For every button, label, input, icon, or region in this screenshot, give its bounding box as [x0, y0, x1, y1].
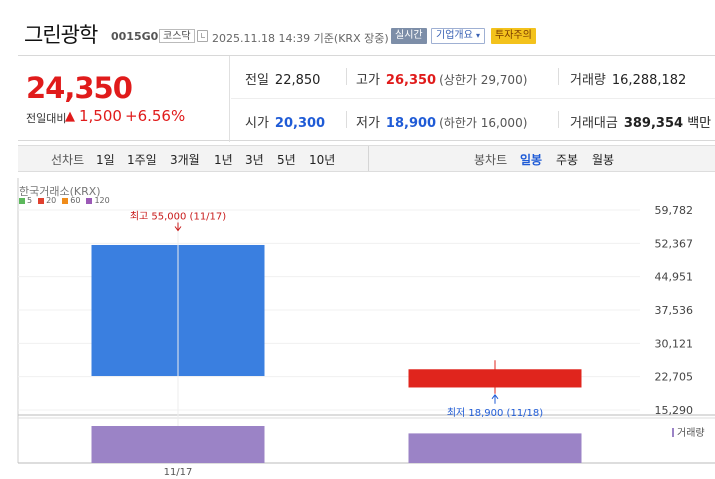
- low-cell: 저가 18,900 (하한가 16,000): [356, 112, 527, 131]
- up-arrow-icon: ▲: [65, 109, 75, 124]
- line-chart-label: 선차트: [51, 153, 85, 167]
- tab-1w[interactable]: 1주일: [127, 151, 157, 168]
- tab-5y[interactable]: 5년: [277, 151, 296, 168]
- stock-name: 그린광학: [24, 23, 98, 47]
- divider: [558, 111, 559, 128]
- tab-divider: [368, 146, 369, 171]
- timestamp: 2025.11.18 14:39 기준(KRX 장중): [212, 32, 389, 45]
- low-label: 저가: [356, 116, 380, 131]
- company-overview-label: 기업개요: [436, 30, 473, 41]
- tab-1d[interactable]: 1일: [96, 151, 115, 168]
- change-percent: +6.56%: [125, 107, 186, 125]
- volume-bar: [91, 426, 265, 463]
- divider: [346, 68, 347, 85]
- divider: [346, 111, 347, 128]
- tab-daily[interactable]: 일봉: [520, 151, 542, 168]
- volume-legend-label: 거래량: [677, 427, 705, 439]
- volume-cell: 거래량 16,288,182: [570, 69, 686, 88]
- y-tick-label: 59,782: [655, 204, 694, 217]
- high-value: 26,350: [385, 73, 437, 88]
- stock-header: 그린광학 0015G0 코스닥 2025.11.18 14:39 기준(KRX …: [0, 0, 715, 52]
- chart-canvas[interactable]: 59,782 52,367 44,951 37,536 30,121 22,705 15,2…: [0, 178, 715, 479]
- amount-unit: 백만: [687, 116, 712, 131]
- low-value: 18,900: [385, 116, 437, 131]
- open-value: 20,300: [274, 116, 326, 131]
- y-tick-label: 30,121: [655, 337, 694, 350]
- current-price-box: 24,350 전일대비 ▲ 1,500 +6.56%: [18, 56, 230, 142]
- change-value: 1,500: [79, 107, 122, 125]
- open-cell: 시가 20,300: [245, 112, 325, 131]
- volume-legend-swatch: [672, 428, 674, 437]
- tab-3m[interactable]: 3개월: [170, 151, 200, 168]
- y-tick-label: 22,705: [655, 371, 694, 384]
- amount-cell: 거래대금 389,354 백만: [570, 112, 711, 131]
- y-tick-label: 37,536: [655, 304, 694, 317]
- chart-tab-bar: 선차트 1일 1주일 3개월 1년 3년 5년 10년 봉차트 일봉 주봉 월봉: [18, 145, 715, 172]
- y-tick-label: 15,290: [655, 404, 694, 417]
- volume-value: 16,288,182: [611, 73, 687, 88]
- amount-label: 거래대금: [570, 116, 618, 131]
- low-annotation: 최저 18,900 (11/18): [447, 407, 543, 419]
- divider: [558, 68, 559, 85]
- price-summary: 24,350 전일대비 ▲ 1,500 +6.56% 전일 22,850 고가 26…: [18, 55, 715, 142]
- lower-limit: (하한가 16,000): [439, 116, 528, 130]
- company-overview-button[interactable]: 기업개요 ▾: [431, 28, 486, 44]
- document-icon: [197, 30, 208, 42]
- change-label: 전일대비: [26, 112, 67, 125]
- prev-close-cell: 전일 22,850: [245, 69, 320, 88]
- amount-value: 389,354: [623, 116, 684, 131]
- tab-weekly[interactable]: 주봉: [556, 151, 578, 168]
- upper-limit: (상한가 29,700): [439, 73, 528, 87]
- summary-row-2: 시가 20,300 저가 18,900 (하한가 16,000) 거래대금 389,35…: [231, 99, 715, 142]
- y-tick-label: 44,951: [655, 271, 694, 284]
- prev-close-label: 전일: [245, 73, 269, 88]
- investment-warning-badge[interactable]: 투자주의: [491, 28, 536, 44]
- candle-chart: 한국거래소(KRX) 5 20 60 120 59,782 52,367 44,951 37…: [0, 178, 715, 479]
- realtime-button[interactable]: 실시간: [391, 28, 427, 44]
- summary-row-1: 전일 22,850 고가 26,350 (상한가 29,700) 거래량 16,288,…: [231, 56, 715, 99]
- candle-body: [408, 369, 582, 388]
- market-tag: 코스닥: [159, 29, 195, 43]
- open-label: 시가: [245, 116, 269, 131]
- stock-code: 0015G0: [111, 30, 159, 43]
- tab-3y[interactable]: 3년: [245, 151, 264, 168]
- current-price: 24,350: [26, 71, 133, 105]
- tab-10y[interactable]: 10년: [309, 151, 335, 168]
- tab-1y[interactable]: 1년: [214, 151, 233, 168]
- volume-bar: [408, 433, 582, 463]
- high-annotation: 최고 55,000 (11/17): [130, 210, 226, 222]
- y-tick-label: 52,367: [655, 237, 694, 250]
- candle-chart-label: 봉차트: [474, 153, 508, 167]
- volume-label: 거래량: [570, 73, 606, 88]
- high-label: 고가: [356, 73, 380, 88]
- high-cell: 고가 26,350 (상한가 29,700): [356, 69, 527, 88]
- tab-monthly[interactable]: 월봉: [592, 151, 614, 168]
- prev-close-value: 22,850: [274, 73, 321, 88]
- x-tick-label: 11/17: [164, 467, 193, 478]
- chevron-down-icon: ▾: [476, 31, 481, 40]
